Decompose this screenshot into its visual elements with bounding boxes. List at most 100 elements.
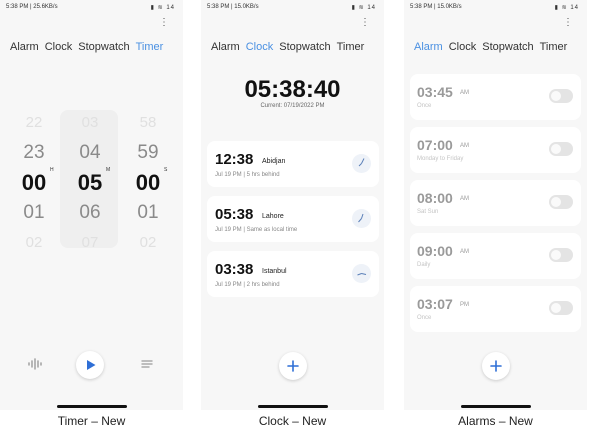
wheel-value: 59: [137, 142, 159, 163]
wheel-selected-value: 00: [21, 170, 47, 195]
status-time: 5:38 PM | 15.0KB/s: [410, 4, 462, 10]
alarm-item[interactable]: 09:00 AM Daily: [410, 233, 581, 279]
tab-clock[interactable]: Clock: [246, 41, 274, 53]
tab-timer[interactable]: Timer: [337, 41, 365, 53]
play-icon: [87, 360, 96, 370]
alarm-item[interactable]: 07:00 AM Monday to Friday: [410, 127, 581, 173]
alarm-time: 09:00: [417, 243, 453, 259]
start-timer-button[interactable]: [76, 351, 104, 379]
tab-alarm[interactable]: Alarm: [414, 41, 443, 53]
alarm-item[interactable]: 03:07 PM Once: [410, 286, 581, 332]
more-options-icon[interactable]: ⋮: [360, 18, 370, 28]
wheel-value: 23: [23, 142, 45, 163]
alarm-item[interactable]: 03:45 AM Once: [410, 74, 581, 120]
wheel-value: 01: [137, 202, 159, 223]
caption-clock: Clock – New: [258, 414, 327, 428]
city-info: Jul 19 PM | Same as local time: [215, 227, 298, 233]
tab-bar: Alarm Clock Stopwatch Timer: [414, 41, 567, 53]
toggle-knob: [551, 144, 561, 154]
list-icon[interactable]: [140, 358, 154, 370]
wheel-selected-value: 00: [135, 170, 161, 195]
city-info: Jul 19 PM | 2 hrs behind: [215, 282, 280, 288]
city-time: 12:38: [215, 151, 254, 168]
wheel-value: 03: [81, 114, 99, 131]
tab-bar: Alarm Clock Stopwatch Timer: [211, 41, 364, 53]
tab-clock[interactable]: Clock: [45, 41, 73, 53]
wheel-value: 02: [139, 234, 157, 251]
waveform-icon[interactable]: [26, 357, 44, 371]
status-icons: ▮ ≋ 14: [351, 5, 376, 11]
seconds-wheel[interactable]: 58 59 00 01 02: [133, 108, 163, 258]
clock-screen: 5:38 PM | 15.0KB/s ▮ ≋ 14 ⋮ Alarm Clock …: [201, 0, 384, 410]
toggle-knob: [551, 91, 561, 101]
wheel-value: 02: [25, 234, 43, 251]
alarms-screen: 5:38 PM | 15.0KB/s ▮ ≋ 14 ⋮ Alarm Clock …: [404, 0, 587, 410]
wheel-value: 04: [79, 142, 101, 163]
tab-alarm[interactable]: Alarm: [211, 41, 240, 53]
hours-wheel[interactable]: 22 23 00 01 02: [19, 108, 49, 258]
world-clock-card[interactable]: 05:38 Lahore Jul 19 PM | Same as local t…: [207, 196, 379, 242]
alarm-time: 03:07: [417, 296, 453, 312]
alarm-repeat: Once: [417, 103, 432, 109]
home-indicator: [461, 405, 531, 408]
city-name: Istanbul: [262, 268, 287, 275]
plus-icon: [490, 360, 502, 372]
world-clock-card[interactable]: 03:38 Istanbul Jul 19 PM | 2 hrs behind: [207, 251, 379, 297]
home-indicator: [57, 405, 127, 408]
tab-bar: Alarm Clock Stopwatch Timer: [10, 41, 163, 53]
minutes-wheel[interactable]: 03 04 05 06 07: [75, 108, 105, 258]
city-time: 03:38: [215, 261, 254, 278]
city-name: Lahore: [262, 213, 284, 220]
alarm-time: 08:00: [417, 190, 453, 206]
alarm-ampm: AM: [460, 90, 469, 96]
alarm-toggle[interactable]: [549, 89, 573, 103]
status-bar: 5:38 PM | 25.6KB/s ▮ ≋ 14: [6, 2, 177, 14]
wheel-value: 58: [139, 114, 157, 131]
status-icons: ▮ ≋ 14: [150, 5, 175, 11]
add-city-button[interactable]: [279, 352, 307, 380]
more-options-icon[interactable]: ⋮: [159, 18, 169, 28]
alarm-repeat: Daily: [417, 262, 431, 268]
toggle-knob: [551, 303, 561, 313]
city-name: Abidjan: [262, 158, 286, 165]
alarm-ampm: AM: [460, 143, 469, 149]
status-bar: 5:38 PM | 15.0KB/s ▮ ≋ 14: [207, 2, 378, 14]
tab-stopwatch[interactable]: Stopwatch: [78, 41, 129, 53]
alarm-toggle[interactable]: [549, 142, 573, 156]
tab-timer[interactable]: Timer: [540, 41, 568, 53]
add-alarm-button[interactable]: [482, 352, 510, 380]
world-clock-card[interactable]: 12:38 Abidjan Jul 19 PM | 5 hrs behind: [207, 141, 379, 187]
status-bar: 5:38 PM | 15.0KB/s ▮ ≋ 14: [410, 2, 581, 14]
current-date: Current: 07/19/2022 PM: [260, 103, 325, 109]
alarm-ampm: AM: [460, 196, 469, 202]
minutes-unit: M: [106, 167, 111, 173]
city-info: Jul 19 PM | 5 hrs behind: [215, 172, 280, 178]
wheel-selected-value: 05: [77, 170, 103, 195]
wheel-value: 06: [79, 202, 101, 223]
status-time: 5:38 PM | 25.6KB/s: [6, 4, 58, 10]
toggle-knob: [551, 197, 561, 207]
tab-alarm[interactable]: Alarm: [10, 41, 39, 53]
alarm-toggle[interactable]: [549, 301, 573, 315]
more-options-icon[interactable]: ⋮: [563, 18, 573, 28]
alarm-toggle[interactable]: [549, 248, 573, 262]
wheel-value: 22: [25, 114, 43, 131]
alarm-time: 07:00: [417, 137, 453, 153]
alarm-repeat: Sat Sun: [417, 209, 439, 215]
home-indicator: [258, 405, 328, 408]
status-time: 5:38 PM | 15.0KB/s: [207, 4, 259, 10]
tab-stopwatch[interactable]: Stopwatch: [279, 41, 330, 53]
tab-clock[interactable]: Clock: [449, 41, 477, 53]
alarm-time: 03:45: [417, 84, 453, 100]
analog-clock-icon: [352, 209, 371, 228]
tab-timer[interactable]: Timer: [136, 41, 164, 53]
timer-screen: 5:38 PM | 25.6KB/s ▮ ≋ 14 ⋮ Alarm Clock …: [0, 0, 183, 410]
wheel-value: 07: [81, 234, 99, 251]
tab-stopwatch[interactable]: Stopwatch: [482, 41, 533, 53]
analog-clock-icon: [352, 154, 371, 173]
current-time: 05:38:40: [244, 76, 341, 103]
alarm-item[interactable]: 08:00 AM Sat Sun: [410, 180, 581, 226]
alarm-toggle[interactable]: [549, 195, 573, 209]
analog-clock-icon: [352, 264, 371, 283]
alarm-repeat: Once: [417, 315, 432, 321]
